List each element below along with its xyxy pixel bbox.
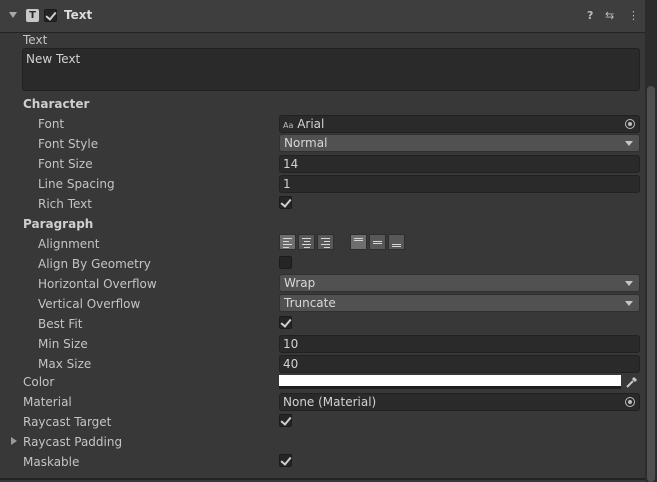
font-value: Arial [297,117,325,131]
line-spacing-label: Line Spacing [38,177,115,191]
check-icon [280,316,292,328]
scrollbar-thumb[interactable] [647,86,655,482]
vertical-overflow-value: Truncate [284,296,336,310]
font-size-label: Font Size [38,157,93,171]
best-fit-checkbox[interactable] [279,316,292,329]
bottom-divider [0,478,645,480]
raycast-padding-foldout-icon[interactable] [11,437,17,445]
object-picker-icon[interactable] [625,119,635,129]
best-fit-label: Best Fit [38,317,83,331]
rich-text-label: Rich Text [38,197,92,211]
component-enabled-checkbox[interactable] [44,9,57,22]
color-swatch[interactable] [279,375,621,389]
max-size-field[interactable]: 40 [279,355,640,373]
foldout-arrow-icon[interactable] [9,12,17,18]
maskable-checkbox[interactable] [279,454,292,467]
dropdown-arrow-icon [625,301,633,306]
dropdown-arrow-icon [625,141,633,146]
check-icon [280,414,292,426]
eyedropper-icon[interactable] [625,375,639,389]
component-title: Text [64,8,93,22]
max-size-label: Max Size [38,357,92,371]
material-value: None (Material) [283,395,377,409]
dropdown-arrow-icon [625,281,633,286]
presets-icon[interactable]: ⇆ [605,9,614,23]
align-top-button[interactable] [350,234,367,250]
font-field[interactable]: Aa Arial [279,115,640,133]
vertical-overflow-label: Vertical Overflow [38,297,141,311]
align-middle-button[interactable] [369,234,386,250]
font-size-field[interactable]: 14 [279,155,640,173]
character-heading: Character [23,97,90,111]
vertical-scrollbar[interactable] [645,0,657,482]
font-label: Font [38,117,65,131]
horizontal-overflow-dropdown[interactable]: Wrap [279,274,640,292]
align-by-geometry-checkbox[interactable] [279,256,292,269]
font-asset-icon: Aa [283,121,294,130]
font-style-dropdown[interactable]: Normal [279,134,640,152]
align-center-button[interactable] [298,234,315,250]
material-label: Material [23,395,72,409]
paragraph-heading: Paragraph [23,217,94,231]
material-field[interactable]: None (Material) [279,393,640,411]
help-icon[interactable]: ? [587,9,593,23]
check-icon [45,9,57,21]
rich-text-checkbox[interactable] [279,196,292,209]
text-label: Text [23,33,48,47]
text-textarea[interactable]: New Text [22,48,640,91]
align-right-button[interactable] [317,234,334,250]
horizontal-overflow-value: Wrap [284,276,316,290]
align-by-geometry-label: Align By Geometry [38,257,151,271]
object-picker-icon[interactable] [625,397,635,407]
font-style-value: Normal [284,136,328,150]
check-icon [280,196,292,208]
font-style-label: Font Style [38,137,99,151]
raycast-target-checkbox[interactable] [279,414,292,427]
text-component-icon: T [26,9,39,22]
alignment-label: Alignment [38,237,100,251]
maskable-label: Maskable [23,455,80,469]
vertical-overflow-dropdown[interactable]: Truncate [279,294,640,312]
color-label: Color [23,375,55,389]
line-spacing-field[interactable]: 1 [279,175,640,193]
raycast-padding-label[interactable]: Raycast Padding [23,435,122,449]
context-menu-icon[interactable]: ⋮ [628,9,639,23]
min-size-label: Min Size [38,337,88,351]
raycast-target-label: Raycast Target [23,415,112,429]
align-left-button[interactable] [279,234,296,250]
horizontal-overflow-label: Horizontal Overflow [38,277,157,291]
min-size-field[interactable]: 10 [279,335,640,353]
component-header: T Text ? ⇆ ⋮ [0,0,645,33]
align-bottom-button[interactable] [388,234,405,250]
check-icon [280,454,292,466]
